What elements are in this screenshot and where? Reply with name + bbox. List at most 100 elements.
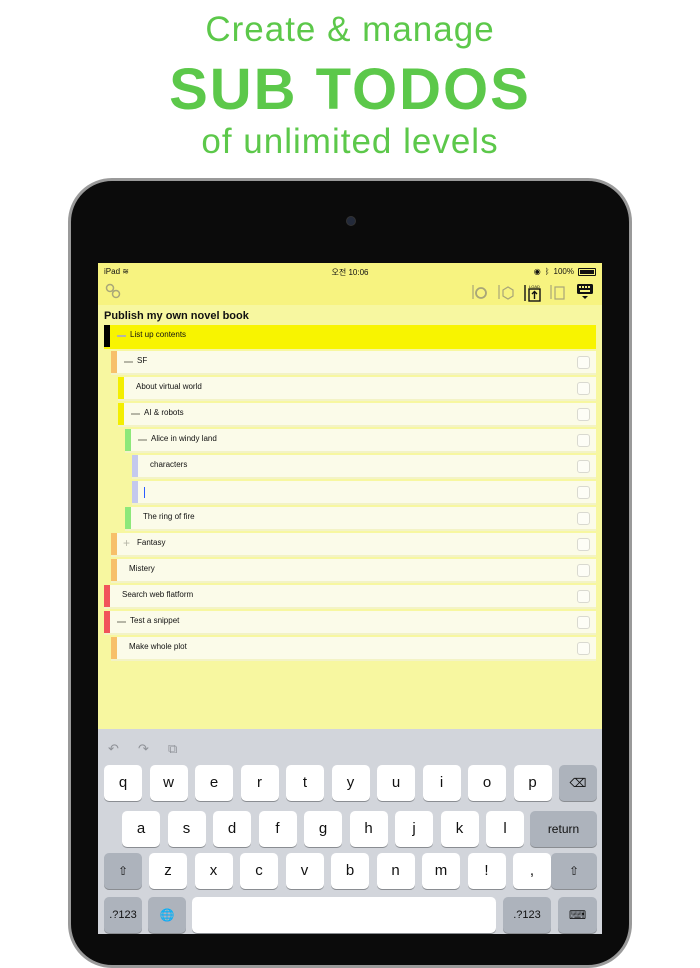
key-i[interactable]: i bbox=[422, 765, 461, 801]
status-right: ◉ ᛒ 100% bbox=[534, 267, 596, 276]
text-cursor[interactable] bbox=[144, 487, 145, 498]
key-g[interactable]: g bbox=[304, 811, 342, 847]
collapse-icon[interactable] bbox=[131, 413, 140, 415]
link-icon[interactable] bbox=[104, 283, 122, 301]
keyboard-hide-icon[interactable] bbox=[576, 282, 594, 302]
todo-row[interactable]: Mistery bbox=[111, 559, 596, 583]
todo-label[interactable]: Test a snippet bbox=[130, 616, 179, 625]
todo-checkbox[interactable] bbox=[577, 590, 590, 603]
key-p[interactable]: p bbox=[513, 765, 552, 801]
todo-row[interactable]: AI & robots bbox=[118, 403, 596, 427]
collapse-icon[interactable] bbox=[117, 335, 126, 337]
key-m[interactable]: m bbox=[422, 853, 460, 889]
key-exclaim[interactable]: ! bbox=[467, 853, 506, 889]
return-key[interactable]: return bbox=[530, 811, 597, 847]
todo-row[interactable]: Test a snippet bbox=[104, 611, 596, 635]
key-c[interactable]: c bbox=[240, 853, 278, 889]
key-e[interactable]: e bbox=[195, 765, 233, 801]
todo-row[interactable]: SF bbox=[111, 351, 596, 375]
todo-label[interactable]: characters bbox=[150, 460, 187, 469]
todo-label[interactable]: SF bbox=[137, 356, 147, 365]
save-icon[interactable] bbox=[548, 283, 566, 301]
numbers-key[interactable]: .?123 bbox=[104, 897, 142, 933]
key-h[interactable]: h bbox=[349, 811, 388, 847]
key-y[interactable]: y bbox=[331, 765, 370, 801]
todo-color-bar bbox=[104, 325, 110, 347]
collapse-icon[interactable] bbox=[124, 361, 133, 363]
key-q[interactable]: q bbox=[104, 765, 142, 801]
key-l[interactable]: l bbox=[486, 811, 524, 847]
load-icon[interactable]: LOAD bbox=[522, 283, 541, 302]
todo-checkbox[interactable] bbox=[577, 512, 590, 525]
key-comma[interactable]: , bbox=[513, 853, 551, 889]
todo-label[interactable]: About virtual world bbox=[136, 382, 202, 391]
undo-icon[interactable]: ↶ bbox=[108, 741, 119, 757]
key-j[interactable]: j bbox=[395, 811, 433, 847]
key-t[interactable]: t bbox=[286, 765, 324, 801]
key-v[interactable]: v bbox=[285, 853, 324, 889]
key-o[interactable]: o bbox=[468, 765, 506, 801]
cube-icon[interactable] bbox=[496, 283, 514, 301]
todo-color-bar bbox=[111, 351, 117, 373]
key-w[interactable]: w bbox=[149, 765, 188, 801]
todo-label[interactable]: Make whole plot bbox=[129, 642, 187, 651]
shift-icon: ⇧ bbox=[568, 864, 580, 878]
todo-row[interactable]: Search web flatform bbox=[104, 585, 596, 609]
todo-row[interactable]: Make whole plot bbox=[111, 637, 596, 661]
todo-checkbox[interactable] bbox=[577, 642, 590, 655]
key-r[interactable]: r bbox=[240, 765, 279, 801]
todo-row[interactable]: List up contents bbox=[104, 325, 596, 349]
key-z[interactable]: z bbox=[149, 853, 187, 889]
expand-icon[interactable]: + bbox=[123, 537, 130, 549]
paste-icon[interactable]: ⧉ bbox=[168, 741, 177, 757]
todo-label[interactable]: List up contents bbox=[130, 330, 186, 339]
key-n[interactable]: n bbox=[376, 853, 415, 889]
battery-icon bbox=[578, 267, 596, 276]
battery-percent: 100% bbox=[553, 267, 574, 276]
backspace-key[interactable]: ⌫ bbox=[559, 765, 597, 801]
globe-key[interactable]: 🌐 bbox=[148, 897, 186, 933]
key-x[interactable]: x bbox=[194, 853, 233, 889]
todo-label[interactable]: Search web flatform bbox=[122, 590, 193, 599]
todo-label[interactable]: Fantasy bbox=[137, 538, 165, 547]
todo-checkbox[interactable] bbox=[577, 356, 590, 369]
sync-icon[interactable] bbox=[470, 283, 488, 301]
space-key[interactable] bbox=[192, 897, 496, 933]
todo-row[interactable] bbox=[132, 481, 596, 505]
todo-label[interactable]: Alice in windy land bbox=[151, 434, 217, 443]
todo-row[interactable]: About virtual world bbox=[118, 377, 596, 401]
todo-row[interactable]: The ring of fire bbox=[125, 507, 596, 531]
todo-color-bar bbox=[132, 455, 138, 477]
key-s[interactable]: s bbox=[167, 811, 206, 847]
numbers-key-right[interactable]: .?123 bbox=[503, 897, 551, 933]
todo-label[interactable]: Mistery bbox=[129, 564, 155, 573]
todo-label[interactable]: The ring of fire bbox=[143, 512, 195, 521]
shift-key[interactable]: ⇧ bbox=[104, 853, 142, 889]
todo-checkbox[interactable] bbox=[577, 486, 590, 499]
key-u[interactable]: u bbox=[377, 765, 415, 801]
key-a[interactable]: a bbox=[122, 811, 160, 847]
todo-checkbox[interactable] bbox=[577, 616, 590, 629]
redo-icon[interactable]: ↷ bbox=[138, 741, 149, 757]
todo-checkbox[interactable] bbox=[577, 538, 590, 551]
key-f[interactable]: f bbox=[258, 811, 297, 847]
todo-row[interactable]: characters bbox=[132, 455, 596, 479]
status-time: 오전 10:06 bbox=[331, 268, 369, 277]
collapse-icon[interactable] bbox=[138, 439, 147, 441]
key-d[interactable]: d bbox=[213, 811, 251, 847]
todo-row[interactable]: Alice in windy land bbox=[125, 429, 596, 453]
todo-checkbox[interactable] bbox=[577, 460, 590, 473]
shift-key-right[interactable]: ⇧ bbox=[551, 853, 597, 889]
todo-checkbox[interactable] bbox=[577, 434, 590, 447]
todo-checkbox[interactable] bbox=[577, 382, 590, 395]
globe-icon: 🌐 bbox=[159, 908, 175, 922]
todo-checkbox[interactable] bbox=[577, 408, 590, 421]
hide-keyboard-key[interactable]: ⌨ bbox=[558, 897, 597, 933]
todo-label[interactable]: AI & robots bbox=[144, 408, 184, 417]
key-b[interactable]: b bbox=[331, 853, 369, 889]
collapse-icon[interactable] bbox=[117, 621, 126, 623]
todo-row[interactable]: + Fantasy bbox=[111, 533, 596, 557]
key-k[interactable]: k bbox=[440, 811, 479, 847]
todo-checkbox[interactable] bbox=[577, 564, 590, 577]
app-toolbar: LOAD bbox=[98, 279, 602, 305]
